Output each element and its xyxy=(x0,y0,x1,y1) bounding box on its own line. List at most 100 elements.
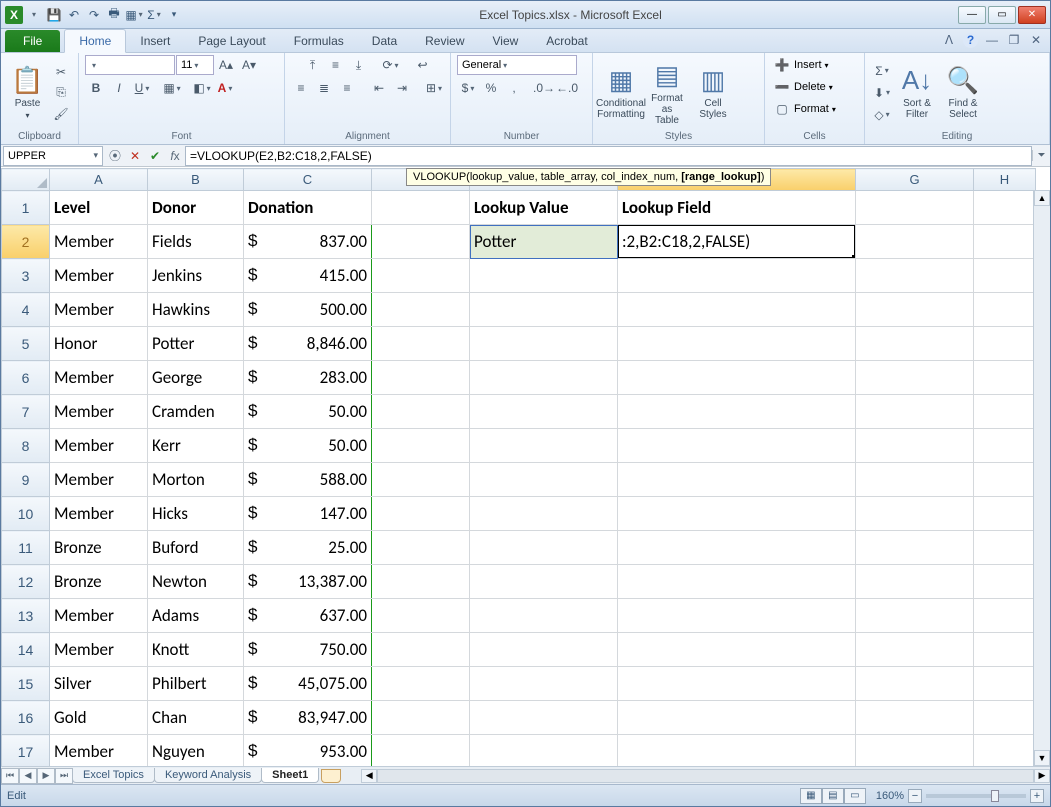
border-icon[interactable]: ▦ xyxy=(125,6,143,24)
cell-G2[interactable] xyxy=(856,225,974,259)
redo-icon[interactable]: ↷ xyxy=(85,6,103,24)
cell-E4[interactable] xyxy=(470,293,618,327)
copy-icon[interactable]: ⎘ xyxy=(50,83,72,103)
cell-G5[interactable] xyxy=(856,327,974,361)
cell-C15[interactable]: $45,075.00 xyxy=(244,667,372,701)
font-color-icon[interactable]: A xyxy=(214,78,236,98)
cell-E1[interactable]: Lookup Value xyxy=(470,191,618,225)
cell-G14[interactable] xyxy=(856,633,974,667)
cell-F17[interactable] xyxy=(618,735,856,767)
view-page-break-icon[interactable]: ▭ xyxy=(844,788,866,804)
cell-F2[interactable]: :2,B2:C18,2,FALSE) xyxy=(618,225,856,259)
find-select-button[interactable]: 🔍Find & Select xyxy=(941,60,985,126)
cell-D3[interactable] xyxy=(372,259,470,293)
paste-button[interactable]: 📋 Paste ▾ xyxy=(7,60,48,126)
cell-H8[interactable] xyxy=(974,429,1036,463)
clear-button-icon[interactable]: ◇ xyxy=(871,105,893,125)
cell-E12[interactable] xyxy=(470,565,618,599)
bold-icon[interactable]: B xyxy=(85,78,107,98)
cell-B11[interactable]: Buford xyxy=(148,531,244,565)
tab-page-layout[interactable]: Page Layout xyxy=(184,30,279,52)
cell-G12[interactable] xyxy=(856,565,974,599)
borders-icon[interactable]: ▦ xyxy=(161,78,183,98)
view-normal-icon[interactable]: ▦ xyxy=(800,788,822,804)
scroll-left-icon[interactable]: ◀ xyxy=(361,769,377,783)
cell-B6[interactable]: George xyxy=(148,361,244,395)
increase-font-icon[interactable]: A▴ xyxy=(215,55,237,75)
cell-F1[interactable]: Lookup Field xyxy=(618,191,856,225)
wrap-text-icon[interactable]: ↩ xyxy=(412,55,434,75)
cell-A3[interactable]: Member xyxy=(50,259,148,293)
row-header-13[interactable]: 13 xyxy=(2,599,50,633)
cell-styles-button[interactable]: ▥Cell Styles xyxy=(691,60,735,126)
cell-D5[interactable] xyxy=(372,327,470,361)
sheet-tab-excel-topics[interactable]: Excel Topics xyxy=(72,768,155,783)
cell-A11[interactable]: Bronze xyxy=(50,531,148,565)
increase-indent-icon[interactable]: ⇥ xyxy=(391,78,413,98)
vertical-scrollbar[interactable]: ▲ ▼ xyxy=(1033,190,1050,766)
cell-G8[interactable] xyxy=(856,429,974,463)
increase-decimal-icon[interactable]: .0→ xyxy=(533,78,555,98)
cell-H10[interactable] xyxy=(974,497,1036,531)
cell-H9[interactable] xyxy=(974,463,1036,497)
row-header-12[interactable]: 12 xyxy=(2,565,50,599)
cell-D17[interactable] xyxy=(372,735,470,767)
row-header-5[interactable]: 5 xyxy=(2,327,50,361)
row-header-17[interactable]: 17 xyxy=(2,735,50,767)
scroll-right-icon[interactable]: ▶ xyxy=(1034,769,1050,783)
number-format-select[interactable]: General xyxy=(457,55,577,75)
cell-C9[interactable]: $588.00 xyxy=(244,463,372,497)
cell-F15[interactable] xyxy=(618,667,856,701)
tab-insert[interactable]: Insert xyxy=(126,30,184,52)
format-painter-icon[interactable]: 🖌 xyxy=(50,104,72,124)
cell-G15[interactable] xyxy=(856,667,974,701)
cell-F12[interactable] xyxy=(618,565,856,599)
cell-D12[interactable] xyxy=(372,565,470,599)
decrease-indent-icon[interactable]: ⇤ xyxy=(368,78,390,98)
cell-B7[interactable]: Cramden xyxy=(148,395,244,429)
cell-F16[interactable] xyxy=(618,701,856,735)
tab-file[interactable]: File xyxy=(5,30,60,52)
tab-view[interactable]: View xyxy=(479,30,533,52)
cell-G17[interactable] xyxy=(856,735,974,767)
cell-B3[interactable]: Jenkins xyxy=(148,259,244,293)
merge-center-icon[interactable]: ⊞ xyxy=(423,78,445,98)
cell-B10[interactable]: Hicks xyxy=(148,497,244,531)
tab-nav-first-icon[interactable]: ⏮ xyxy=(1,768,19,784)
cell-H11[interactable] xyxy=(974,531,1036,565)
cell-G13[interactable] xyxy=(856,599,974,633)
cell-D10[interactable] xyxy=(372,497,470,531)
row-header-10[interactable]: 10 xyxy=(2,497,50,531)
close-button[interactable]: ✕ xyxy=(1018,6,1046,24)
cell-F5[interactable] xyxy=(618,327,856,361)
align-bottom-icon[interactable]: ⤓ xyxy=(348,55,370,75)
cell-G6[interactable] xyxy=(856,361,974,395)
tab-nav-prev-icon[interactable]: ◀ xyxy=(19,768,37,784)
col-header-B[interactable]: B xyxy=(148,169,244,191)
cell-H5[interactable] xyxy=(974,327,1036,361)
row-header-3[interactable]: 3 xyxy=(2,259,50,293)
cell-E11[interactable] xyxy=(470,531,618,565)
cell-C3[interactable]: $415.00 xyxy=(244,259,372,293)
tab-nav-next-icon[interactable]: ▶ xyxy=(37,768,55,784)
col-header-G[interactable]: G xyxy=(856,169,974,191)
autosum-icon[interactable]: Σ xyxy=(145,6,163,24)
qat-menu-icon[interactable]: ▾ xyxy=(25,6,43,24)
cell-H4[interactable] xyxy=(974,293,1036,327)
save-icon[interactable]: 💾 xyxy=(45,6,63,24)
decrease-decimal-icon[interactable]: ←.0 xyxy=(556,78,578,98)
qat-customize-icon[interactable]: ▾ xyxy=(165,6,183,24)
cell-B16[interactable]: Chan xyxy=(148,701,244,735)
cell-H6[interactable] xyxy=(974,361,1036,395)
cell-E17[interactable] xyxy=(470,735,618,767)
row-header-4[interactable]: 4 xyxy=(2,293,50,327)
row-header-16[interactable]: 16 xyxy=(2,701,50,735)
cell-A17[interactable]: Member xyxy=(50,735,148,767)
cell-F14[interactable] xyxy=(618,633,856,667)
zoom-out-icon[interactable]: − xyxy=(908,789,922,803)
align-center-icon[interactable]: ≣ xyxy=(313,78,335,98)
cell-A2[interactable]: Member xyxy=(50,225,148,259)
formula-input[interactable]: =VLOOKUP(E2,B2:C18,2,FALSE) VLOOKUP(look… xyxy=(185,146,1032,166)
cell-F6[interactable] xyxy=(618,361,856,395)
cell-C13[interactable]: $637.00 xyxy=(244,599,372,633)
